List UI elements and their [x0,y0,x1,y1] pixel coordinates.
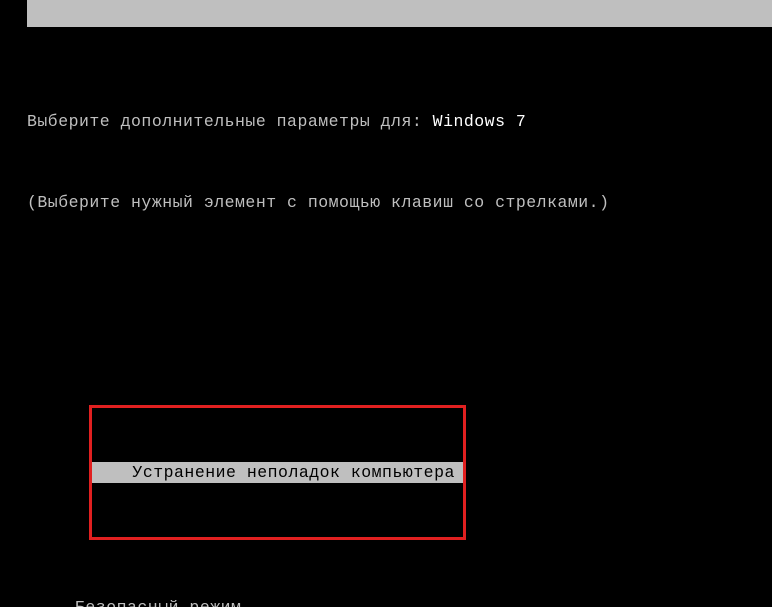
selection-highlight: Устранение неполадок компьютера [89,405,465,540]
os-name: Windows 7 [433,112,527,131]
menu-item-selected-wrap[interactable]: Устранение неполадок компьютера [27,378,772,405]
content-area: Выберите дополнительные параметры для: W… [27,54,772,607]
boot-menu[interactable]: Устранение неполадок компьютера Безопасн… [27,324,772,607]
hint-line: (Выберите нужный элемент с помощью клави… [27,189,772,216]
prompt-line: Выберите дополнительные параметры для: W… [27,108,772,135]
menu-item-repair[interactable]: Устранение неполадок компьютера [92,462,462,483]
menu-item-safe-mode[interactable]: Безопасный режим [27,594,772,607]
title-bar: Дополнительные варианты загрузки [27,0,772,27]
prompt-prefix: Выберите дополнительные параметры для: [27,112,433,131]
page-title: Дополнительные варианты загрузки [243,31,576,50]
